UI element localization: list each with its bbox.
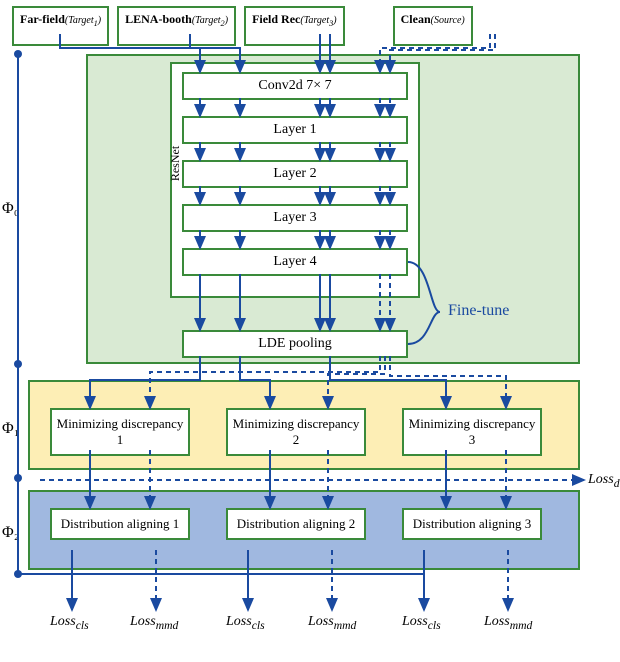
layer-conv2d: Conv2d 7× 7 <box>182 72 408 100</box>
input-label: Field Rec <box>252 12 300 26</box>
layer-2: Layer 2 <box>182 160 408 188</box>
input-far-field: Far-field(Target1) <box>12 6 109 46</box>
min-disc-1: Minimizing discrepancy 1 <box>50 408 190 456</box>
phi-2: Φ₂ <box>2 524 19 542</box>
input-sub: (Target1) <box>65 15 101 26</box>
input-lena-booth: LENA-booth(Target2) <box>117 6 236 46</box>
phi-1: Φ₁ <box>2 420 19 438</box>
input-label: Clean <box>401 12 431 26</box>
dist-align-1: Distribution aligning 1 <box>50 508 190 540</box>
dist-align-3: Distribution aligning 3 <box>402 508 542 540</box>
input-row: Far-field(Target1) LENA-booth(Target2) F… <box>0 6 620 46</box>
input-field-rec: Field Rec(Target3) <box>244 6 345 46</box>
layer-3: Layer 3 <box>182 204 408 232</box>
resnet-label: ResNet <box>168 146 183 181</box>
input-sub: (Target3) <box>300 15 336 26</box>
loss-mmd-2: Lossmmd <box>308 614 356 632</box>
dist-align-2: Distribution aligning 2 <box>226 508 366 540</box>
loss-cls-1: Losscls <box>50 614 89 632</box>
input-clean: Clean(Source) <box>393 6 473 46</box>
lde-pooling: LDE pooling <box>182 330 408 358</box>
finetune-label: Fine-tune <box>448 302 509 320</box>
input-sub: (Target2) <box>192 15 228 26</box>
phi-0: Φ₀ <box>2 200 19 218</box>
loss-cls-3: Losscls <box>402 614 441 632</box>
loss-mmd-1: Lossmmd <box>130 614 178 632</box>
loss-dis: Lossdis <box>588 472 620 490</box>
layer-4: Layer 4 <box>182 248 408 276</box>
min-disc-3: Minimizing discrepancy 3 <box>402 408 542 456</box>
min-disc-2: Minimizing discrepancy 2 <box>226 408 366 456</box>
layer-1: Layer 1 <box>182 116 408 144</box>
loss-cls-2: Losscls <box>226 614 265 632</box>
input-sub: (Source) <box>431 15 465 26</box>
loss-mmd-3: Lossmmd <box>484 614 532 632</box>
input-label: LENA-booth <box>125 12 192 26</box>
input-label: Far-field <box>20 12 65 26</box>
